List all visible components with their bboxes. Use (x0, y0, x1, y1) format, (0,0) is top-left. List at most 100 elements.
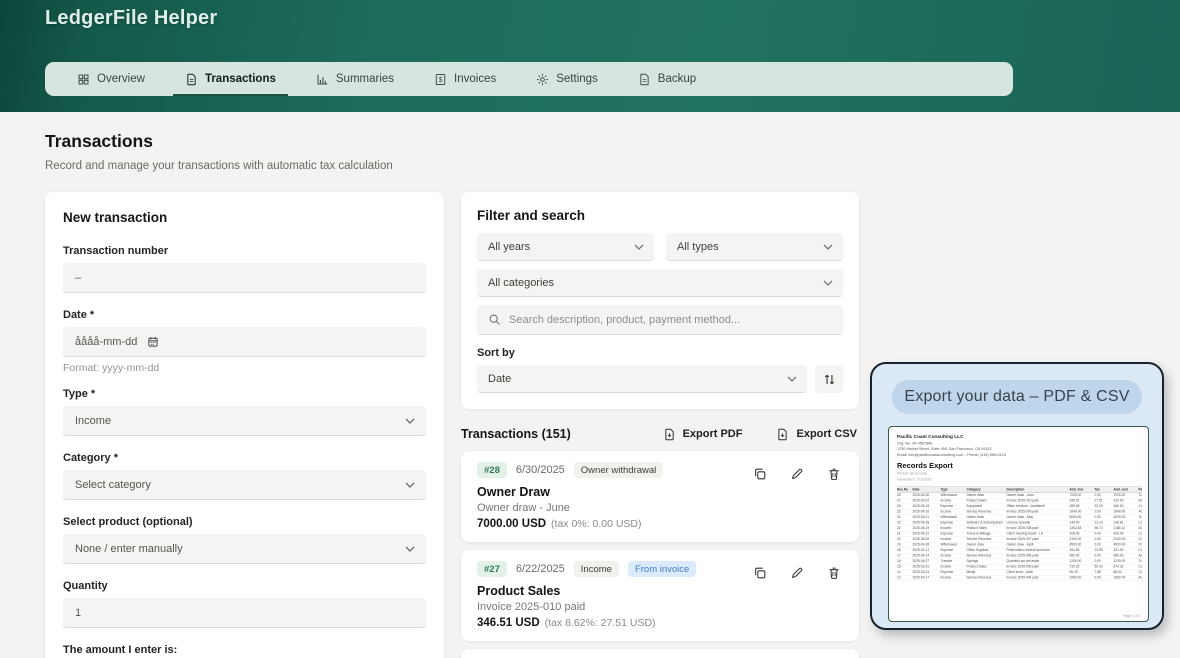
category-select[interactable]: Select category (63, 470, 426, 500)
delete-icon[interactable] (827, 566, 841, 580)
nav-tab-label: Settings (556, 73, 598, 85)
gear-icon (536, 73, 549, 86)
sort-value: Date (488, 373, 511, 385)
year-filter-value: All years (488, 241, 530, 253)
page-subtitle: Record and manage your transactions with… (45, 160, 393, 172)
transaction-tag-badge: Owner withdrawal (574, 462, 664, 478)
quantity-input[interactable]: 1 (63, 598, 426, 628)
grid-icon (77, 73, 90, 86)
quantity-label: Quantity (63, 580, 426, 592)
pdf-address-line: 1230 Market Street, Suite 450, San Franc… (897, 447, 1142, 452)
transaction-tag-badge: From invoice (628, 561, 696, 577)
transaction-row: #266/15/2025Expense (461, 649, 859, 658)
export-pdf-button[interactable]: Export PDF (663, 428, 743, 441)
transaction-description: Invoice 2025-010 paid (477, 601, 843, 613)
copy-icon[interactable] (753, 467, 767, 481)
nav-tab-backup[interactable]: Backup (624, 62, 710, 96)
product-label: Select product (optional) (63, 516, 426, 528)
delete-icon[interactable] (827, 467, 841, 481)
pdf-meta-line: Period: all records (897, 471, 1142, 476)
transaction-date: 6/22/2025 (516, 563, 565, 575)
app-header: LedgerFile Helper Overview Transactions Su… (0, 0, 1180, 112)
nav-tab-invoices[interactable]: $ Invoices (420, 62, 510, 96)
sort-by-label: Sort by (477, 347, 843, 359)
nav-tab-settings[interactable]: Settings (522, 62, 612, 96)
date-label: Date * (63, 309, 426, 321)
invoice-icon: $ (434, 73, 447, 86)
transaction-number-badge: #28 (477, 462, 507, 478)
chevron-down-icon (823, 244, 833, 250)
product-value: None / enter manually (75, 543, 183, 555)
transactions-list: #28 6/30/2025 Owner withdrawal Owner Draw Ow… (461, 451, 859, 658)
sort-direction-button[interactable] (815, 365, 843, 393)
transaction-title: Product Sales (477, 584, 843, 598)
type-label: Type * (63, 388, 426, 400)
date-input[interactable]: åååå-mm-dd (63, 327, 426, 357)
type-filter-value: All types (677, 241, 719, 253)
export-promo-title: Export your data – PDF & CSV (892, 380, 1142, 414)
export-file-icon (776, 428, 789, 441)
nav-tabs: Overview Transactions Summaries $ Invoices Se… (45, 62, 1013, 96)
search-input[interactable]: Search description, product, payment met… (477, 305, 843, 335)
chevron-down-icon (634, 244, 644, 250)
transaction-title: Owner Draw (477, 485, 843, 499)
pdf-contact-line: Email: info@pacificcoastconsulting.com –… (897, 452, 1142, 457)
copy-icon[interactable] (753, 566, 767, 580)
category-filter-select[interactable]: All categories (477, 269, 843, 297)
nav-tab-label: Overview (97, 73, 145, 85)
document-icon (638, 73, 651, 86)
sort-select[interactable]: Date (477, 365, 807, 393)
pdf-org-line: Org. No: 94-4567890 (897, 441, 1142, 446)
search-icon (488, 313, 501, 326)
edit-icon[interactable] (790, 566, 804, 580)
pdf-meta-line: Generated: 7/1/2025 (897, 477, 1142, 482)
transaction-number-value: – (75, 272, 81, 284)
date-value: åååå-mm-dd (75, 336, 137, 348)
transactions-list-header: Transactions (151) Export PDF Export CSV (461, 427, 857, 441)
export-promo-card: Export your data – PDF & CSV Pacific Coa… (870, 362, 1164, 630)
bar-chart-icon (316, 73, 329, 86)
product-select[interactable]: None / enter manually (63, 534, 426, 564)
export-pdf-label: Export PDF (683, 428, 743, 440)
pdf-page-note: Page 1 of 7 (1123, 615, 1141, 619)
page-title: Transactions (45, 131, 153, 152)
year-filter-select[interactable]: All years (477, 233, 654, 261)
amount-mode-label: The amount I enter is: (63, 644, 426, 656)
transaction-tax-note: (tax 0%: 0.00 USD) (551, 518, 641, 530)
category-value: Select category (75, 479, 151, 491)
nav-tab-label: Summaries (336, 73, 394, 85)
transaction-amount: 346.51 USD (477, 617, 540, 629)
edit-icon[interactable] (790, 467, 804, 481)
export-file-icon (663, 428, 676, 441)
chevron-down-icon (787, 376, 797, 382)
middle-column: Filter and search All years All types Al… (461, 192, 859, 658)
type-value: Income (75, 415, 111, 427)
search-placeholder: Search description, product, payment met… (509, 314, 740, 326)
category-label: Category * (63, 452, 426, 464)
transaction-date: 6/30/2025 (516, 464, 565, 476)
nav-tab-overview[interactable]: Overview (63, 62, 159, 96)
sort-arrows-icon (823, 373, 836, 386)
document-icon (185, 73, 198, 86)
transaction-amount: 7000.00 USD (477, 518, 546, 530)
nav-tab-summaries[interactable]: Summaries (302, 62, 408, 96)
nav-tab-label: Invoices (454, 73, 496, 85)
transaction-description: Owner draw - June (477, 502, 843, 514)
export-csv-button[interactable]: Export CSV (776, 428, 857, 441)
pdf-table-row: 132025-03-17IncomeService RevenueInvoice… (897, 575, 1142, 581)
transaction-number-badge: #27 (477, 561, 507, 577)
type-select[interactable]: Income (63, 406, 426, 436)
pdf-preview: Pacific Coast Consulting LLC Org. No: 94… (888, 426, 1149, 622)
pdf-heading: Records Export (897, 461, 1142, 470)
nav-tab-transactions[interactable]: Transactions (171, 62, 290, 96)
nav-tab-label: Transactions (205, 73, 276, 85)
transaction-number-label: Transaction number (63, 245, 426, 257)
filter-title: Filter and search (477, 208, 843, 223)
transaction-number-input[interactable]: – (63, 263, 426, 293)
app-title: LedgerFile Helper (45, 7, 217, 30)
transaction-tax-note: (tax 8.62%: 27.51 USD) (545, 617, 656, 629)
svg-text:$: $ (439, 76, 443, 83)
chevron-down-icon (405, 482, 415, 488)
type-filter-select[interactable]: All types (666, 233, 843, 261)
calendar-icon[interactable] (147, 336, 159, 348)
